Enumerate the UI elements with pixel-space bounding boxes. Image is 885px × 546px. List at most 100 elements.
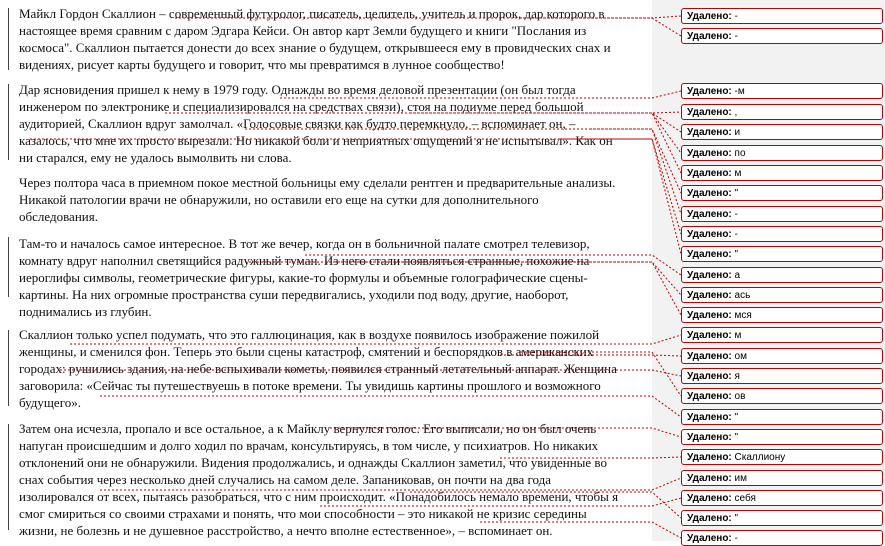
deletion-label: Удалено: bbox=[687, 290, 732, 301]
text-line[interactable]: ни старался, ему не удалось вымолвить ни… bbox=[19, 150, 639, 167]
text-line[interactable]: аудиторией, Скаллион вдруг замолчал. «Го… bbox=[19, 116, 639, 133]
change-bar bbox=[8, 330, 9, 406]
document-page[interactable]: Майкл Гордон Скаллион – современный футу… bbox=[0, 0, 652, 541]
text-line[interactable]: поднимались из глубин. bbox=[19, 304, 639, 321]
text-line[interactable]: Никакой патологии врачи не обнаружили, н… bbox=[19, 192, 639, 209]
text-line[interactable]: инженером по электронике и специализиров… bbox=[19, 99, 639, 116]
change-bar bbox=[8, 424, 9, 530]
text-line[interactable]: Дар ясновидения пришел к нему в 1979 год… bbox=[19, 82, 639, 99]
deletion-balloon[interactable]: Удалено: ов bbox=[681, 388, 883, 404]
deletion-label: Удалено: bbox=[687, 148, 732, 159]
deleted-text: -м bbox=[734, 86, 745, 97]
text-line[interactable]: Майкл Гордон Скаллион – современный футу… bbox=[19, 6, 639, 23]
deleted-text: я bbox=[734, 371, 740, 382]
text-line[interactable]: смог смириться со своими страхами и поня… bbox=[19, 506, 639, 523]
deleted-text: ом bbox=[734, 351, 747, 362]
deleted-text: себя bbox=[734, 493, 756, 504]
deleted-text: , bbox=[734, 107, 738, 118]
deletion-label: Удалено: bbox=[687, 391, 732, 402]
deletion-balloon[interactable]: Удалено: м bbox=[681, 327, 883, 343]
deletion-balloon[interactable]: Удалено: мся bbox=[681, 307, 883, 323]
deletion-balloon[interactable]: Удалено: - bbox=[681, 8, 883, 24]
deletion-balloon[interactable]: Удалено: " bbox=[681, 510, 883, 526]
text-line[interactable]: напуган происшедшим и долго ходил по вра… bbox=[19, 438, 639, 455]
deleted-text: " bbox=[734, 432, 739, 443]
deletion-balloon[interactable]: Удалено: " bbox=[681, 409, 883, 425]
text-line[interactable]: городах: рушились здания, на небе вспыхи… bbox=[19, 361, 639, 378]
deleted-text: Скаллиону bbox=[734, 452, 786, 463]
deletion-label: Удалено: bbox=[687, 229, 732, 240]
deletion-balloon[interactable]: Удалено: " bbox=[681, 246, 883, 262]
text-line[interactable]: Через полтора часа в приемном покое мест… bbox=[19, 175, 639, 192]
paragraph[interactable]: Дар ясновидения пришел к нему в 1979 год… bbox=[19, 82, 639, 167]
deleted-text: м bbox=[734, 330, 742, 341]
deletion-balloon[interactable]: Удалено: Скаллиону bbox=[681, 449, 883, 465]
deletion-label: Удалено: bbox=[687, 107, 732, 118]
deletion-balloon[interactable]: Удалено: , bbox=[681, 104, 883, 120]
deletion-balloon[interactable]: Удалено: - bbox=[681, 206, 883, 222]
deletion-balloon[interactable]: Удалено: я bbox=[681, 368, 883, 384]
text-line[interactable]: изолировался от всех, пытаясь разобратьс… bbox=[19, 489, 639, 506]
text-line[interactable]: Там-то и началось самое интересное. В то… bbox=[19, 236, 639, 253]
deletion-balloon[interactable]: Удалено: - bbox=[681, 226, 883, 242]
deletion-label: Удалено: bbox=[687, 452, 732, 463]
text-line[interactable]: снах события через несколько дней случал… bbox=[19, 472, 639, 489]
deletion-balloon[interactable]: Удалено: ась bbox=[681, 287, 883, 303]
paragraph[interactable]: Затем она исчезла, пропало и все остальн… bbox=[19, 421, 639, 540]
text-line[interactable]: обследования. bbox=[19, 209, 639, 226]
deleted-text: м bbox=[734, 168, 742, 179]
text-line[interactable]: видениях, рисует карты будущего и говори… bbox=[19, 57, 639, 74]
text-line[interactable]: настоящее время сравним с даром Эдгара К… bbox=[19, 23, 639, 40]
text-line[interactable]: женщины, и сменился фон. Теперь это были… bbox=[19, 344, 639, 361]
deleted-text: и bbox=[734, 127, 741, 138]
deleted-text: ов bbox=[734, 391, 746, 402]
text-line[interactable]: космоса". Скаллион пытается донести до в… bbox=[19, 40, 639, 57]
deletion-balloon[interactable]: Удалено: -м bbox=[681, 83, 883, 99]
deletion-label: Удалено: bbox=[687, 270, 732, 281]
deleted-text: а bbox=[734, 270, 741, 281]
deletion-balloon[interactable]: Удалено: - bbox=[681, 28, 883, 44]
text-line[interactable]: будущего». bbox=[19, 395, 639, 412]
deletion-label: Удалено: bbox=[687, 513, 732, 524]
deletion-label: Удалено: bbox=[687, 11, 732, 22]
text-line[interactable]: казалось, что мне их просто вырезали. Но… bbox=[19, 133, 639, 150]
deletion-balloon[interactable]: Удалено: " bbox=[681, 429, 883, 445]
deleted-text: - bbox=[734, 31, 738, 42]
paragraph[interactable]: Там-то и началось самое интересное. В то… bbox=[19, 236, 639, 321]
deleted-text: - bbox=[734, 533, 738, 544]
deletion-balloon[interactable]: Удалено: ом bbox=[681, 348, 883, 364]
text-line[interactable]: жизни, не болезнь и не душевное расстрой… bbox=[19, 523, 639, 540]
paragraph[interactable]: Через полтора часа в приемном покое мест… bbox=[19, 175, 639, 226]
text-line[interactable]: иероглифы символы, геометрические фигуры… bbox=[19, 270, 639, 287]
deletion-balloon[interactable]: Удалено: а bbox=[681, 267, 883, 283]
deletion-balloon[interactable]: Удалено: по bbox=[681, 145, 883, 161]
deleted-text: - bbox=[734, 229, 738, 240]
text-line[interactable]: заговорила: «Сейчас ты путешествуешь в п… bbox=[19, 378, 639, 395]
deletion-label: Удалено: bbox=[687, 310, 732, 321]
deletion-label: Удалено: bbox=[687, 351, 732, 362]
deleted-text: " bbox=[734, 513, 739, 524]
text-line[interactable]: комнату вдруг наполнил светящийся радужн… bbox=[19, 253, 639, 270]
deletion-label: Удалено: bbox=[687, 86, 732, 97]
deletion-balloon[interactable]: Удалено: себя bbox=[681, 490, 883, 506]
text-line[interactable]: отклонений они не обнаружили. Видения пр… bbox=[19, 455, 639, 472]
deletion-label: Удалено: bbox=[687, 249, 732, 260]
deleted-text: им bbox=[734, 473, 748, 484]
deletion-balloon[interactable]: Удалено: им bbox=[681, 470, 883, 486]
text-line[interactable]: Затем она исчезла, пропало и все остальн… bbox=[19, 421, 639, 438]
change-bar bbox=[8, 84, 9, 160]
change-bar bbox=[8, 8, 9, 70]
deletion-balloon[interactable]: Удалено: м bbox=[681, 165, 883, 181]
text-line[interactable]: Скаллион только успел подумать, что это … bbox=[19, 327, 639, 344]
deleted-text: - bbox=[734, 11, 738, 22]
deletion-balloon[interactable]: Удалено: " bbox=[681, 185, 883, 201]
deletion-label: Удалено: bbox=[687, 168, 732, 179]
deletion-balloon[interactable]: Удалено: - bbox=[681, 530, 883, 546]
paragraph[interactable]: Майкл Гордон Скаллион – современный футу… bbox=[19, 6, 639, 74]
deleted-text: ась bbox=[734, 290, 751, 301]
paragraph[interactable]: Скаллион только успел подумать, что это … bbox=[19, 327, 639, 412]
deletion-balloon[interactable]: Удалено: и bbox=[681, 124, 883, 140]
deletion-label: Удалено: bbox=[687, 188, 732, 199]
text-line[interactable]: картины. На них огромные пространства су… bbox=[19, 287, 639, 304]
deleted-text: мся bbox=[734, 310, 752, 321]
